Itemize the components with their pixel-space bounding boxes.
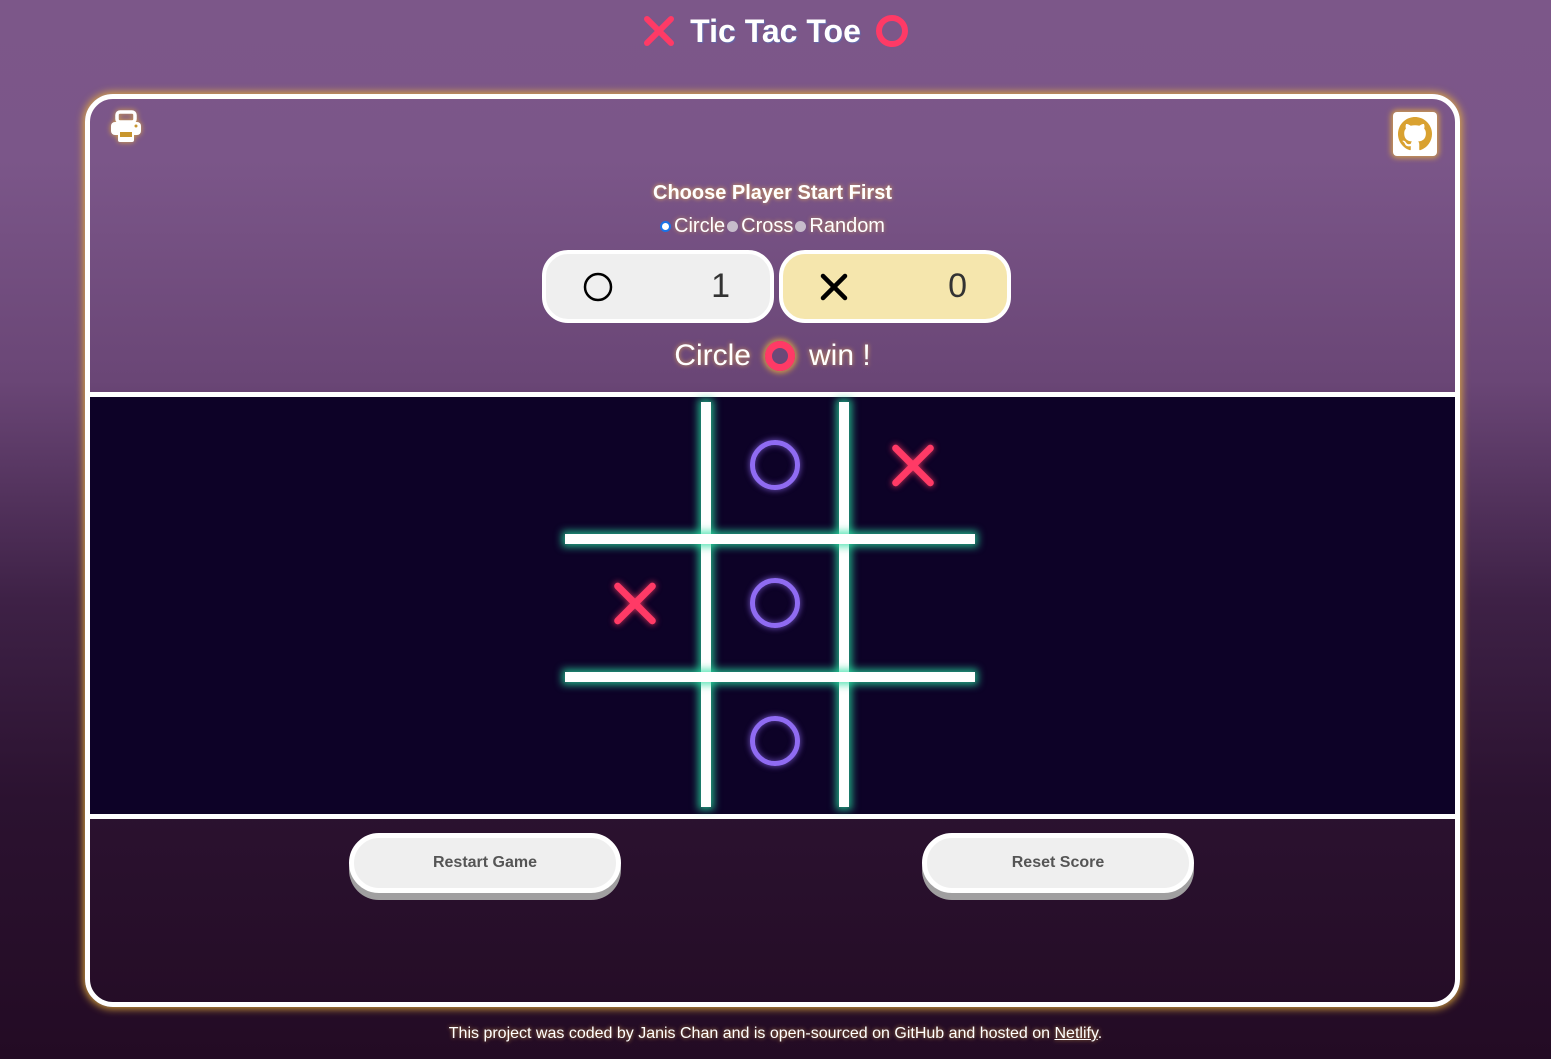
cross-icon <box>820 273 848 300</box>
game-card: Choose Player Start First Circle Cross R… <box>85 94 1460 1007</box>
printer-icon <box>111 110 141 142</box>
app-title: Tic Tac Toe <box>690 12 861 49</box>
radio-label-random: Random <box>809 215 885 237</box>
grid-line-vertical-2 <box>839 402 849 807</box>
github-button[interactable] <box>1393 112 1437 156</box>
radio-button-random[interactable] <box>795 221 807 232</box>
circle-icon <box>875 15 908 47</box>
start-player-title: Choose Player Start First <box>653 182 892 204</box>
page-title: Tic Tac Toe <box>0 8 1551 54</box>
radio-label-circle: Circle <box>674 215 726 237</box>
scoreboard: 1 0 <box>542 250 1012 323</box>
board-cell-6[interactable] <box>849 539 977 667</box>
game-status: Circle win ! <box>90 339 1455 373</box>
board-cell-2[interactable] <box>711 401 839 529</box>
radio-cross[interactable]: Cross <box>727 215 793 238</box>
cross-mark <box>611 579 659 627</box>
radio-random[interactable]: Random <box>795 215 885 238</box>
start-player-radio-group: Circle Cross Random <box>90 215 1455 238</box>
status-suffix: win ! <box>808 339 871 372</box>
actions-panel: Restart Game Reset Score <box>90 819 1455 1002</box>
cross-icon <box>644 16 675 46</box>
score-cross-value: 0 <box>948 267 967 305</box>
circle-mark <box>750 716 800 766</box>
board-cell-9[interactable] <box>849 677 977 805</box>
board-cell-3[interactable] <box>849 401 977 529</box>
game-board <box>565 397 975 814</box>
print-button[interactable] <box>108 109 144 145</box>
footer-end: . <box>1097 1025 1103 1042</box>
radio-label-cross: Cross <box>741 215 794 237</box>
board-cell-1[interactable] <box>571 401 699 529</box>
status-prefix: Circle <box>674 339 751 372</box>
netlify-link[interactable]: Netlify <box>1054 1025 1097 1042</box>
grid-line-vertical-1 <box>701 402 711 807</box>
github-icon <box>1398 117 1432 151</box>
restart-game-button[interactable]: Restart Game <box>349 833 621 893</box>
radio-button-cross[interactable] <box>727 221 739 232</box>
footer: This project was coded by Janis Chan and… <box>0 1025 1551 1043</box>
circle-icon <box>764 341 795 371</box>
circle-icon <box>583 272 613 301</box>
radio-button-circle[interactable] <box>660 221 672 232</box>
score-circle: 1 <box>542 250 774 323</box>
reset-score-button[interactable]: Reset Score <box>922 833 1194 893</box>
score-cross: 0 <box>779 250 1011 323</box>
circle-mark <box>750 578 800 628</box>
footer-text: This project was coded by Janis Chan and… <box>448 1025 1055 1042</box>
board-cell-7[interactable] <box>571 677 699 805</box>
board-cell-5[interactable] <box>711 539 839 667</box>
board-area <box>90 392 1455 819</box>
radio-circle[interactable]: Circle <box>660 215 725 238</box>
board-cell-4[interactable] <box>571 539 699 667</box>
cross-mark <box>889 441 937 489</box>
board-cell-8[interactable] <box>711 677 839 805</box>
control-panel: Choose Player Start First Circle Cross R… <box>90 99 1455 392</box>
score-circle-value: 1 <box>711 267 730 305</box>
circle-mark <box>750 440 800 490</box>
